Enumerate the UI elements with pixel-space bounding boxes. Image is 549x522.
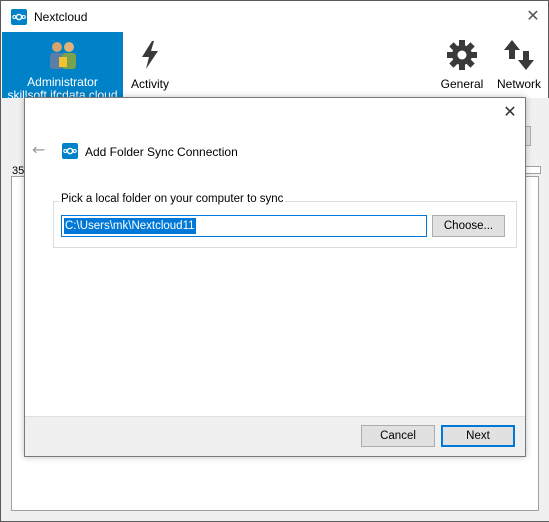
account-label: Administrator skillsoft.ifcdata.cloud [7, 75, 118, 99]
network-label: Network [496, 77, 541, 91]
account-avatar-icon [49, 42, 76, 69]
next-button[interactable]: Next [441, 425, 515, 447]
local-folder-path-value: C:\Users\mk\Nextcloud11 [64, 218, 196, 234]
back-arrow-button[interactable]: ← [32, 140, 45, 159]
add-folder-sync-dialog: ✕ ← Add Folder Sync Connection Pick a lo… [24, 97, 526, 457]
dialog-title: Add Folder Sync Connection [85, 145, 238, 159]
gear-icon [447, 40, 477, 70]
local-folder-path-input[interactable]: C:\Users\mk\Nextcloud11 [61, 215, 427, 237]
general-tab[interactable]: General [438, 32, 486, 98]
nextcloud-logo-icon [62, 143, 78, 159]
account-tab[interactable]: Administrator skillsoft.ifcdata.cloud [2, 32, 123, 98]
network-arrows-icon [504, 40, 534, 70]
network-tab[interactable]: Network [494, 32, 544, 98]
cancel-button[interactable]: Cancel [361, 425, 435, 447]
nextcloud-logo-icon [11, 9, 27, 25]
activity-label: Activity [130, 77, 169, 91]
activity-tab[interactable]: Activity [129, 32, 171, 98]
window-close-button[interactable]: ✕ [522, 5, 544, 27]
general-label: General [440, 77, 484, 91]
toolbar: Administrator skillsoft.ifcdata.cloud Ac… [1, 32, 548, 98]
window-title: Nextcloud [34, 10, 88, 24]
lightning-bolt-icon [142, 41, 158, 69]
title-bar: Nextcloud ✕ [1, 1, 548, 32]
local-folder-group-label: Pick a local folder on your computer to … [59, 193, 286, 205]
choose-folder-button[interactable]: Choose... [432, 215, 505, 237]
dialog-close-button[interactable]: ✕ [499, 101, 521, 123]
